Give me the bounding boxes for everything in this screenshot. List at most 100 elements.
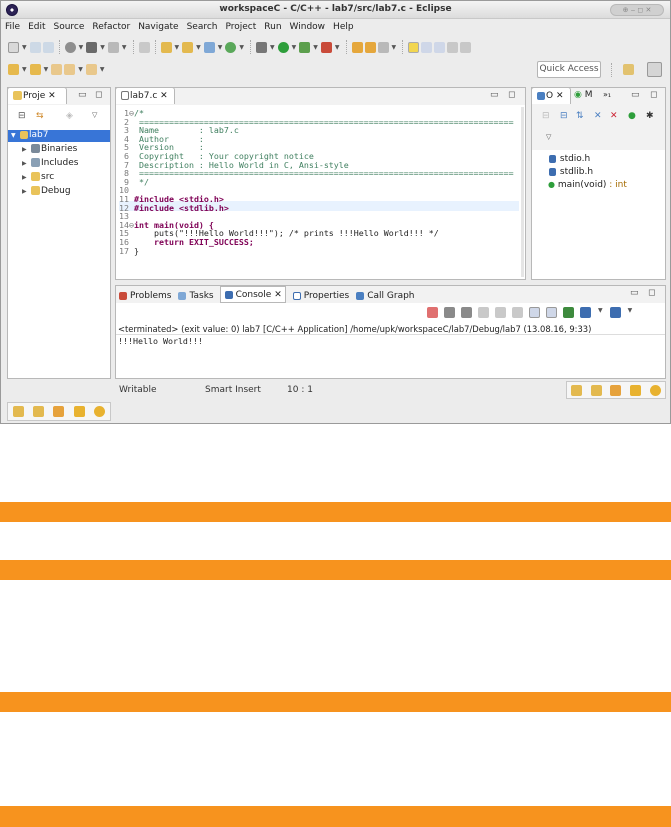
tab-properties[interactable]: Properties: [292, 289, 349, 303]
restore-icon[interactable]: [12, 406, 24, 417]
block-select-icon[interactable]: [421, 41, 433, 53]
cpp-perspective-icon[interactable]: [647, 62, 662, 77]
window-controls-glyphs[interactable]: ⊕ ‒ ◻ ✕: [623, 6, 652, 14]
tree-item-src[interactable]: ▶ src: [22, 172, 54, 182]
minimize-icon[interactable]: ▭: [630, 288, 639, 298]
toolbar-perspective-icon[interactable]: [460, 41, 472, 53]
toggle-mark-icon[interactable]: [408, 41, 420, 53]
tree-item-lab7[interactable]: ▼ lab7: [8, 130, 110, 142]
maximize-icon[interactable]: ◻: [95, 90, 102, 100]
maximize-icon[interactable]: ◻: [508, 90, 515, 100]
save-icon[interactable]: [29, 41, 41, 53]
tab-console[interactable]: Console ✕: [219, 286, 286, 303]
hide-fields-icon[interactable]: ✕: [594, 111, 602, 121]
console-mini-icon[interactable]: [630, 384, 642, 396]
tree-item-includes[interactable]: ▶ Includes: [22, 158, 78, 168]
show-on-stdout-icon[interactable]: [529, 307, 540, 318]
tasks-mini-icon[interactable]: [610, 384, 622, 396]
last-edit-icon[interactable]: [51, 63, 63, 75]
debug-bug-icon[interactable]: [256, 41, 267, 53]
remove-all-icon[interactable]: [461, 307, 472, 318]
hide-nonpublic-icon[interactable]: ●: [628, 111, 636, 121]
filter-icon[interactable]: ◈: [66, 111, 73, 121]
problems-mini-icon[interactable]: [590, 384, 602, 396]
show-whitespace-icon[interactable]: [434, 41, 446, 53]
outline-item-main[interactable]: ● main(void) : int: [548, 180, 627, 190]
problems-mini-icon[interactable]: [33, 406, 45, 417]
open-element-icon[interactable]: [364, 41, 376, 53]
link-editor-icon[interactable]: ⇆: [36, 111, 44, 121]
tab-problems[interactable]: Problems: [118, 289, 171, 303]
external-tools-icon[interactable]: [320, 41, 332, 53]
scroll-lock-icon[interactable]: [495, 307, 506, 318]
menu-file[interactable]: File: [1, 19, 24, 35]
toolbar-view-icon[interactable]: [447, 41, 459, 53]
new-file-icon[interactable]: [203, 41, 215, 53]
menu-window[interactable]: Window: [286, 19, 330, 35]
progress-mini-icon[interactable]: [649, 384, 661, 396]
new-folder-icon[interactable]: [182, 41, 194, 53]
tab-call-graph[interactable]: Call Graph: [355, 289, 415, 303]
restore-icon[interactable]: [571, 384, 583, 396]
minimize-icon[interactable]: ▭: [631, 90, 640, 100]
collapse-icon[interactable]: ⊟: [542, 111, 550, 121]
menu-navigate[interactable]: Navigate: [134, 19, 182, 35]
open-type-icon[interactable]: [351, 41, 363, 53]
debug-toggle-icon[interactable]: [138, 41, 150, 53]
make-target-tab[interactable]: ◉ M: [574, 90, 593, 100]
new-project-icon[interactable]: [160, 41, 172, 53]
more-views-tab[interactable]: »₁: [603, 90, 611, 99]
editor-tab[interactable]: lab7.c ✕: [115, 87, 175, 104]
forward-icon[interactable]: [85, 63, 97, 75]
save-all-icon[interactable]: [42, 41, 54, 53]
maximize-icon[interactable]: ◻: [648, 288, 655, 298]
menu-edit[interactable]: Edit: [24, 19, 49, 35]
maximize-icon[interactable]: ◻: [650, 90, 657, 100]
menu-source[interactable]: Source: [50, 19, 89, 35]
terminate-icon[interactable]: [427, 307, 438, 318]
new-icon[interactable]: [8, 41, 19, 53]
hide-macros-icon[interactable]: ✱: [646, 111, 654, 121]
build-config-icon[interactable]: [64, 41, 76, 53]
menu-run[interactable]: Run: [260, 19, 285, 35]
menu-refactor[interactable]: Refactor: [88, 19, 134, 35]
window-controls[interactable]: ⊕ ‒ ◻ ✕: [610, 4, 664, 16]
menu-help[interactable]: Help: [329, 19, 358, 35]
menu-search[interactable]: Search: [183, 19, 222, 35]
clean-icon[interactable]: [107, 41, 119, 53]
run-icon[interactable]: [277, 41, 289, 53]
project-explorer-tab[interactable]: Proje ✕: [7, 87, 67, 104]
outline-tab[interactable]: O ✕: [531, 87, 571, 104]
new-class-icon[interactable]: [225, 41, 237, 53]
open-perspective-icon[interactable]: [623, 64, 634, 75]
console-mini-icon[interactable]: [73, 406, 85, 417]
sort-icon[interactable]: ⊟: [560, 111, 568, 121]
quick-access-input[interactable]: Quick Access: [537, 61, 601, 78]
clear-console-icon[interactable]: [478, 307, 489, 318]
hide-static-icon[interactable]: ✕: [610, 111, 618, 121]
next-annotation-icon[interactable]: [8, 63, 19, 75]
code-editor[interactable]: 1⊖/* 2 =================================…: [116, 105, 525, 279]
outline-item-stdio[interactable]: stdio.h: [548, 154, 590, 164]
progress-mini-icon[interactable]: [94, 406, 106, 417]
pin-console-icon[interactable]: [563, 307, 574, 318]
display-console-icon[interactable]: [580, 307, 591, 318]
build-icon[interactable]: [86, 41, 98, 53]
prev-annotation-icon[interactable]: [29, 63, 41, 75]
back-icon[interactable]: [64, 63, 76, 75]
minimize-icon[interactable]: ▭: [490, 90, 499, 100]
word-wrap-icon[interactable]: [512, 307, 523, 318]
open-console-icon[interactable]: [609, 307, 621, 318]
coverage-icon[interactable]: [299, 41, 311, 53]
outline-item-stdlib[interactable]: stdlib.h: [548, 167, 593, 177]
sort-alpha-icon[interactable]: ⇅: [576, 111, 584, 121]
tree-item-binaries[interactable]: ▶ Binaries: [22, 144, 77, 154]
tab-tasks[interactable]: Tasks: [177, 289, 214, 303]
menu-project[interactable]: Project: [221, 19, 260, 35]
collapse-all-icon[interactable]: ⊟: [18, 111, 26, 121]
search-tool-icon[interactable]: [377, 41, 389, 53]
view-menu-icon[interactable]: ▽: [546, 133, 551, 141]
new-dropdown-icon[interactable]: ▼: [22, 44, 27, 51]
tasks-mini-icon[interactable]: [53, 406, 65, 417]
view-menu-icon[interactable]: ▽: [92, 111, 97, 119]
